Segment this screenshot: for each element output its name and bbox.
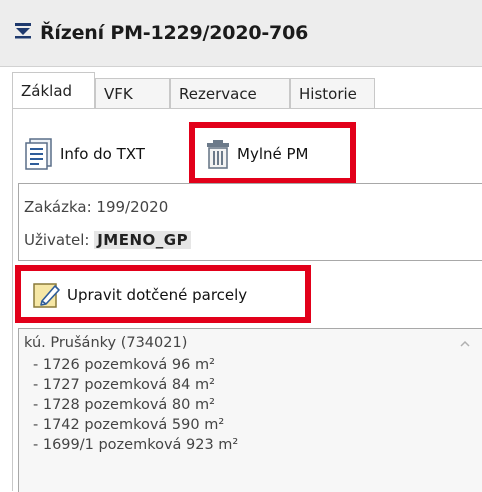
uzivatel-value: JMENO_GP (94, 231, 192, 249)
list-item[interactable]: - 1742 pozemková 590 m² (33, 417, 224, 433)
mylne-pm-button[interactable]: Mylné PM (205, 139, 308, 169)
tab-rezervace[interactable]: Rezervace (170, 78, 290, 108)
scroll-up-icon[interactable] (460, 339, 470, 349)
upravit-parcely-button[interactable]: Upravit dotčené parcely (33, 281, 247, 309)
tab-content-zaklad: Info do TXT Mylné PM Zakázka: 199/2020 U… (12, 109, 482, 492)
collapse-icon[interactable] (14, 21, 32, 39)
info-do-txt-label: Info do TXT (60, 145, 145, 163)
uzivatel-row: Uživatel: JMENO_GP (24, 231, 192, 249)
zakazka-row: Zakázka: 199/2020 (24, 198, 168, 216)
pm-detail-panel: Řízení PM-1229/2020-706 Základ VFK Rezer… (0, 0, 482, 492)
parcels-header: kú. Prušánky (734021) (24, 335, 188, 351)
edit-icon (33, 283, 60, 308)
document-icon (25, 138, 52, 170)
window-title: Řízení PM-1229/2020-706 (40, 22, 309, 44)
tab-historie[interactable]: Historie (290, 78, 375, 108)
order-info-box: Zakázka: 199/2020 Uživatel: JMENO_GP (18, 183, 482, 261)
trash-icon (207, 140, 229, 169)
tab-strip: Základ VFK Rezervace Historie (12, 72, 482, 109)
info-do-txt-button[interactable]: Info do TXT (24, 138, 145, 170)
list-item[interactable]: - 1726 pozemková 96 m² (33, 357, 215, 373)
upravit-parcely-label: Upravit dotčené parcely (67, 286, 248, 304)
tab-vfk[interactable]: VFK (95, 78, 170, 108)
tab-zaklad[interactable]: Základ (12, 72, 95, 109)
list-item[interactable]: - 1699/1 pozemková 923 m² (33, 437, 238, 453)
parcels-list[interactable]: kú. Prušánky (734021) - 1726 pozemková 9… (18, 328, 482, 492)
list-item[interactable]: - 1728 pozemková 80 m² (33, 397, 215, 413)
mylne-pm-label: Mylné PM (237, 145, 309, 163)
zakazka-value: 199/2020 (96, 198, 169, 216)
title-bar: Řízení PM-1229/2020-706 (0, 0, 482, 67)
list-item[interactable]: - 1727 pozemková 84 m² (33, 377, 215, 393)
zakazka-label: Zakázka: (24, 198, 92, 216)
uzivatel-label: Uživatel: (24, 231, 90, 249)
